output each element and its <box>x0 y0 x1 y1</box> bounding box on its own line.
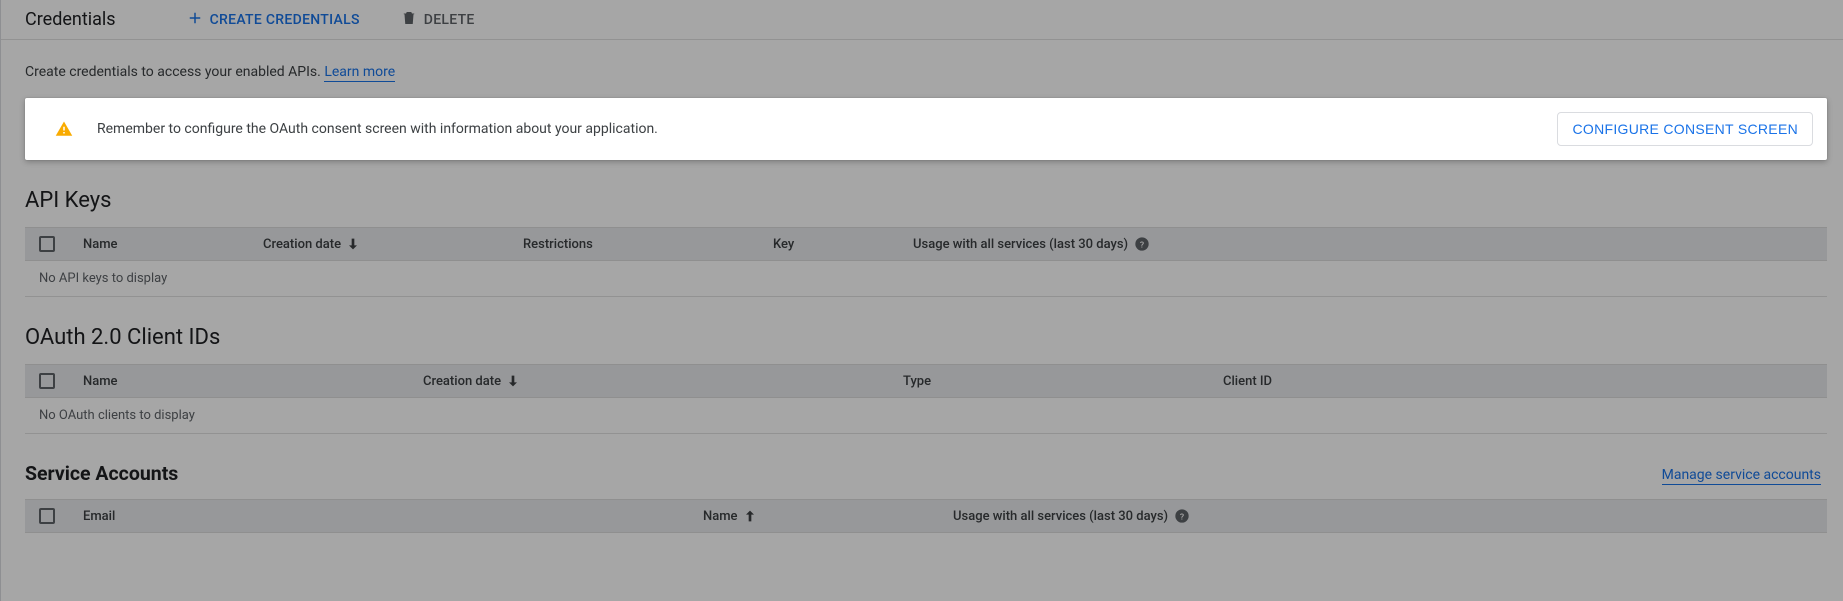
api-keys-table: Name Creation date Restrictions Key Usag… <box>25 227 1827 297</box>
learn-more-link[interactable]: Learn more <box>324 64 395 82</box>
consent-alert: Remember to configure the OAuth consent … <box>25 98 1827 160</box>
delete-button[interactable]: Delete <box>390 3 485 37</box>
help-icon[interactable]: ? <box>1174 508 1190 524</box>
service-accounts-section: Service Accounts Manage service accounts… <box>25 462 1827 533</box>
oauth-section: OAuth 2.0 Client IDs Name Creation date … <box>25 325 1827 434</box>
col-client-id[interactable]: Client ID <box>1213 365 1827 398</box>
intro-text: Create credentials to access your enable… <box>25 64 1827 80</box>
arrow-down-icon <box>345 236 361 252</box>
svg-text:?: ? <box>1180 512 1184 522</box>
col-name[interactable]: Name <box>693 500 943 533</box>
col-name[interactable]: Name <box>73 228 253 261</box>
service-accounts-table: Email Name Usage with all services (last… <box>25 499 1827 533</box>
oauth-table: Name Creation date Type Client ID No OAu… <box>25 364 1827 434</box>
col-creation[interactable]: Creation date <box>253 228 513 261</box>
alert-message: Remember to configure the OAuth consent … <box>97 121 658 137</box>
manage-service-accounts-link[interactable]: Manage service accounts <box>1662 467 1821 485</box>
delete-label: Delete <box>424 12 475 28</box>
col-email[interactable]: Email <box>73 500 693 533</box>
api-keys-title: API Keys <box>25 188 1827 213</box>
col-creation-label: Creation date <box>423 374 501 389</box>
oauth-select-all-checkbox[interactable] <box>39 373 55 389</box>
create-credentials-label: Create Credentials <box>210 12 360 28</box>
create-credentials-button[interactable]: Create Credentials <box>176 3 370 37</box>
arrow-up-icon <box>742 508 758 524</box>
oauth-empty: No OAuth clients to display <box>25 398 1827 434</box>
col-usage-label: Usage with all services (last 30 days) <box>913 237 1128 252</box>
col-usage-label: Usage with all services (last 30 days) <box>953 509 1168 524</box>
service-accounts-title: Service Accounts <box>25 462 178 485</box>
svg-text:?: ? <box>1140 240 1144 250</box>
col-creation-label: Creation date <box>263 237 341 252</box>
warning-icon <box>55 120 73 138</box>
col-restrictions[interactable]: Restrictions <box>513 228 763 261</box>
api-keys-select-all-checkbox[interactable] <box>39 236 55 252</box>
col-key[interactable]: Key <box>763 228 903 261</box>
api-keys-section: API Keys Name Creation date Restrictions <box>25 188 1827 297</box>
page-title: Credentials <box>25 9 116 30</box>
trash-icon <box>400 9 418 31</box>
intro-text-span: Create credentials to access your enable… <box>25 64 324 80</box>
col-creation[interactable]: Creation date <box>413 365 893 398</box>
api-keys-empty: No API keys to display <box>25 261 1827 297</box>
col-name-label: Name <box>703 509 738 524</box>
col-name[interactable]: Name <box>73 365 413 398</box>
service-accounts-select-all-checkbox[interactable] <box>39 508 55 524</box>
help-icon[interactable]: ? <box>1134 236 1150 252</box>
arrow-down-icon <box>505 373 521 389</box>
col-type[interactable]: Type <box>893 365 1213 398</box>
toolbar: Credentials Create Credentials Delete <box>1 0 1843 40</box>
col-usage[interactable]: Usage with all services (last 30 days) ? <box>903 228 1827 261</box>
col-usage[interactable]: Usage with all services (last 30 days) ? <box>943 500 1827 533</box>
configure-consent-button[interactable]: Configure Consent Screen <box>1557 112 1813 146</box>
oauth-title: OAuth 2.0 Client IDs <box>25 325 1827 350</box>
table-row: No API keys to display <box>25 261 1827 297</box>
plus-icon <box>186 9 204 31</box>
table-row: No OAuth clients to display <box>25 398 1827 434</box>
